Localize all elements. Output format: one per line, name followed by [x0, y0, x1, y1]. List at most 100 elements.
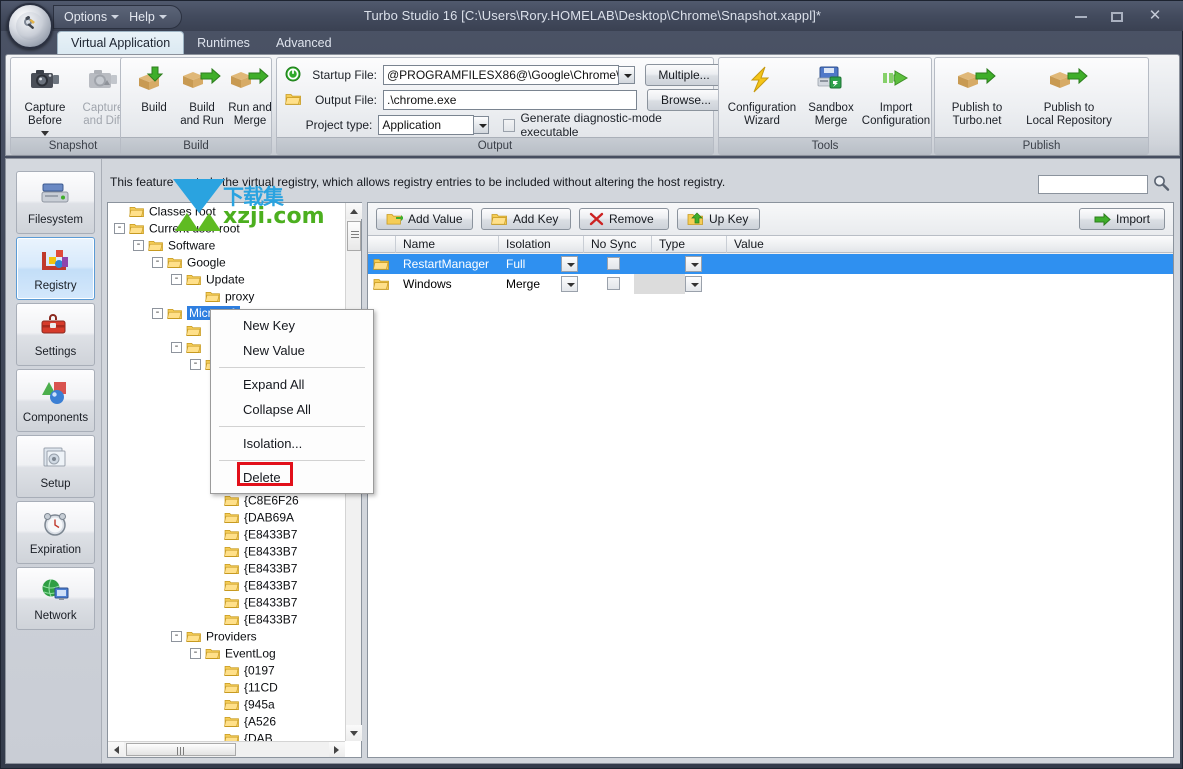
- column-no-sync[interactable]: No Sync: [584, 236, 652, 253]
- tab-runtimes[interactable]: Runtimes: [184, 32, 263, 54]
- tree-node[interactable]: {11CD: [108, 679, 345, 696]
- tree-node[interactable]: {E8433B7: [108, 526, 345, 543]
- tree-expander-spacer: [209, 699, 220, 710]
- search-icon[interactable]: [1152, 174, 1172, 194]
- add-value-button[interactable]: Add Value: [376, 208, 473, 230]
- tree-node[interactable]: {E8433B7: [108, 560, 345, 577]
- app-logo-orb[interactable]: [7, 3, 53, 49]
- tree-expander[interactable]: -: [190, 359, 201, 371]
- close-button[interactable]: ✕: [1138, 5, 1172, 27]
- multiple-button[interactable]: Multiple...: [645, 64, 723, 86]
- capture-before-button[interactable]: Capture Before: [14, 62, 76, 136]
- column-icon[interactable]: [368, 236, 396, 253]
- tree-node[interactable]: - Software: [108, 237, 345, 254]
- tree-node[interactable]: - Current user root: [108, 220, 345, 237]
- publish-to-local-repository-button[interactable]: Publish to Local Repository: [1013, 62, 1125, 136]
- tree-scroll-thumb[interactable]: [347, 221, 361, 251]
- tree-node[interactable]: {0197: [108, 662, 345, 679]
- diagnostic-mode-checkbox[interactable]: [502, 118, 516, 132]
- scroll-up-arrow[interactable]: [346, 203, 362, 219]
- tree-node[interactable]: {E8433B7: [108, 543, 345, 560]
- maximize-button[interactable]: [1100, 5, 1134, 27]
- sidebar-item-components[interactable]: Components: [16, 369, 95, 432]
- folder-icon: [167, 258, 182, 269]
- import-configuration-button[interactable]: Import Configuration: [861, 62, 931, 136]
- column-name[interactable]: Name: [396, 236, 499, 253]
- project-type-select[interactable]: Application: [378, 115, 474, 135]
- tree-horizontal-scrollbar[interactable]: [108, 741, 345, 757]
- tree-node[interactable]: {945a: [108, 696, 345, 713]
- publish-to-turbo-button[interactable]: Publish to Turbo.net: [941, 62, 1013, 136]
- run-and-merge-button[interactable]: Run and Merge: [219, 62, 281, 136]
- context-menu-item-new-key[interactable]: New Key: [211, 313, 373, 338]
- project-type-dropdown-button[interactable]: [472, 116, 489, 134]
- import-button[interactable]: Import: [1079, 208, 1165, 230]
- scroll-down-arrow[interactable]: [346, 725, 362, 741]
- row-no-sync-checkbox[interactable]: [607, 257, 620, 270]
- menu-item-options[interactable]: Options: [64, 10, 120, 24]
- tree-expander[interactable]: -: [152, 257, 163, 269]
- tree-node[interactable]: - EventLog: [108, 645, 345, 662]
- add-key-button[interactable]: Add Key: [481, 208, 571, 230]
- minimize-button[interactable]: [1064, 5, 1098, 27]
- tab-advanced[interactable]: Advanced: [263, 32, 345, 54]
- row-isolation-dropdown[interactable]: [561, 256, 578, 272]
- table-row[interactable]: Windows Merge: [368, 274, 1173, 294]
- tree-expander[interactable]: -: [190, 648, 201, 660]
- tree-node[interactable]: {C8E6F26: [108, 492, 345, 509]
- remove-button[interactable]: Remove: [579, 208, 669, 230]
- tree-expander[interactable]: -: [171, 274, 182, 286]
- scroll-right-arrow[interactable]: [329, 742, 345, 757]
- scroll-left-arrow[interactable]: [108, 742, 124, 757]
- tree-expander[interactable]: -: [152, 308, 163, 320]
- context-menu-item-expand-all[interactable]: Expand All: [211, 372, 373, 397]
- tree-node[interactable]: Classes root: [108, 203, 345, 220]
- startup-file-dropdown-button[interactable]: [618, 66, 635, 84]
- output-file-input[interactable]: .\chrome.exe: [383, 90, 637, 110]
- column-value[interactable]: Value: [727, 236, 927, 253]
- column-type[interactable]: Type: [652, 236, 727, 253]
- sidebar-item-filesystem[interactable]: Filesystem: [16, 171, 95, 234]
- sandbox-merge-button[interactable]: Sandbox Merge: [801, 62, 861, 136]
- tree-node[interactable]: proxy: [108, 288, 345, 305]
- startup-file-input[interactable]: @PROGRAMFILESX86@\Google\Chrome\Applic: [383, 65, 619, 85]
- configuration-wizard-button[interactable]: Configuration Wizard: [723, 62, 801, 136]
- tree-expander[interactable]: -: [171, 631, 182, 643]
- sidebar-item-network[interactable]: Network: [16, 567, 95, 630]
- sidebar-item-setup[interactable]: Setup: [16, 435, 95, 498]
- context-menu-item-new-value[interactable]: New Value: [211, 338, 373, 363]
- row-type-dropdown[interactable]: [685, 276, 702, 292]
- tree-node[interactable]: - Update: [108, 271, 345, 288]
- column-isolation[interactable]: Isolation: [499, 236, 584, 253]
- sidebar-item-registry[interactable]: Registry: [16, 237, 95, 300]
- tree-node[interactable]: {E8433B7: [108, 594, 345, 611]
- tree-hscroll-thumb[interactable]: [126, 743, 236, 756]
- sidebar-item-settings[interactable]: Settings: [16, 303, 95, 366]
- table-row[interactable]: RestartManager Full: [368, 254, 1173, 274]
- context-menu-item-delete[interactable]: Delete: [211, 462, 373, 490]
- hard-drive-glyph: [41, 183, 68, 203]
- up-key-button[interactable]: Up Key: [677, 208, 760, 230]
- tree-node[interactable]: - Google: [108, 254, 345, 271]
- tab-virtual-application[interactable]: Virtual Application: [57, 31, 185, 54]
- sidebar-item-expiration[interactable]: Expiration: [16, 501, 95, 564]
- tree-expander[interactable]: -: [171, 342, 182, 354]
- browse-button[interactable]: Browse...: [647, 89, 725, 111]
- row-isolation-dropdown[interactable]: [561, 276, 578, 292]
- context-menu-item-isolation[interactable]: Isolation...: [211, 431, 373, 456]
- search-input[interactable]: [1038, 175, 1148, 194]
- tree-node[interactable]: {E8433B7: [108, 611, 345, 628]
- tree-node[interactable]: {A526: [108, 713, 345, 730]
- menu-item-help[interactable]: Help: [129, 10, 167, 24]
- tree-expander[interactable]: -: [114, 223, 125, 235]
- row-no-sync-checkbox[interactable]: [607, 277, 620, 290]
- tree-node[interactable]: {DAB: [108, 730, 345, 741]
- tree-node[interactable]: {DAB69A: [108, 509, 345, 526]
- context-menu-item-collapse-all[interactable]: Collapse All: [211, 397, 373, 422]
- chevron-down-icon[interactable]: [41, 131, 49, 136]
- tree-node-label: Providers: [206, 629, 257, 644]
- tree-node[interactable]: {E8433B7: [108, 577, 345, 594]
- tree-expander[interactable]: -: [133, 240, 144, 252]
- row-type-dropdown[interactable]: [685, 256, 702, 272]
- tree-node[interactable]: - Providers: [108, 628, 345, 645]
